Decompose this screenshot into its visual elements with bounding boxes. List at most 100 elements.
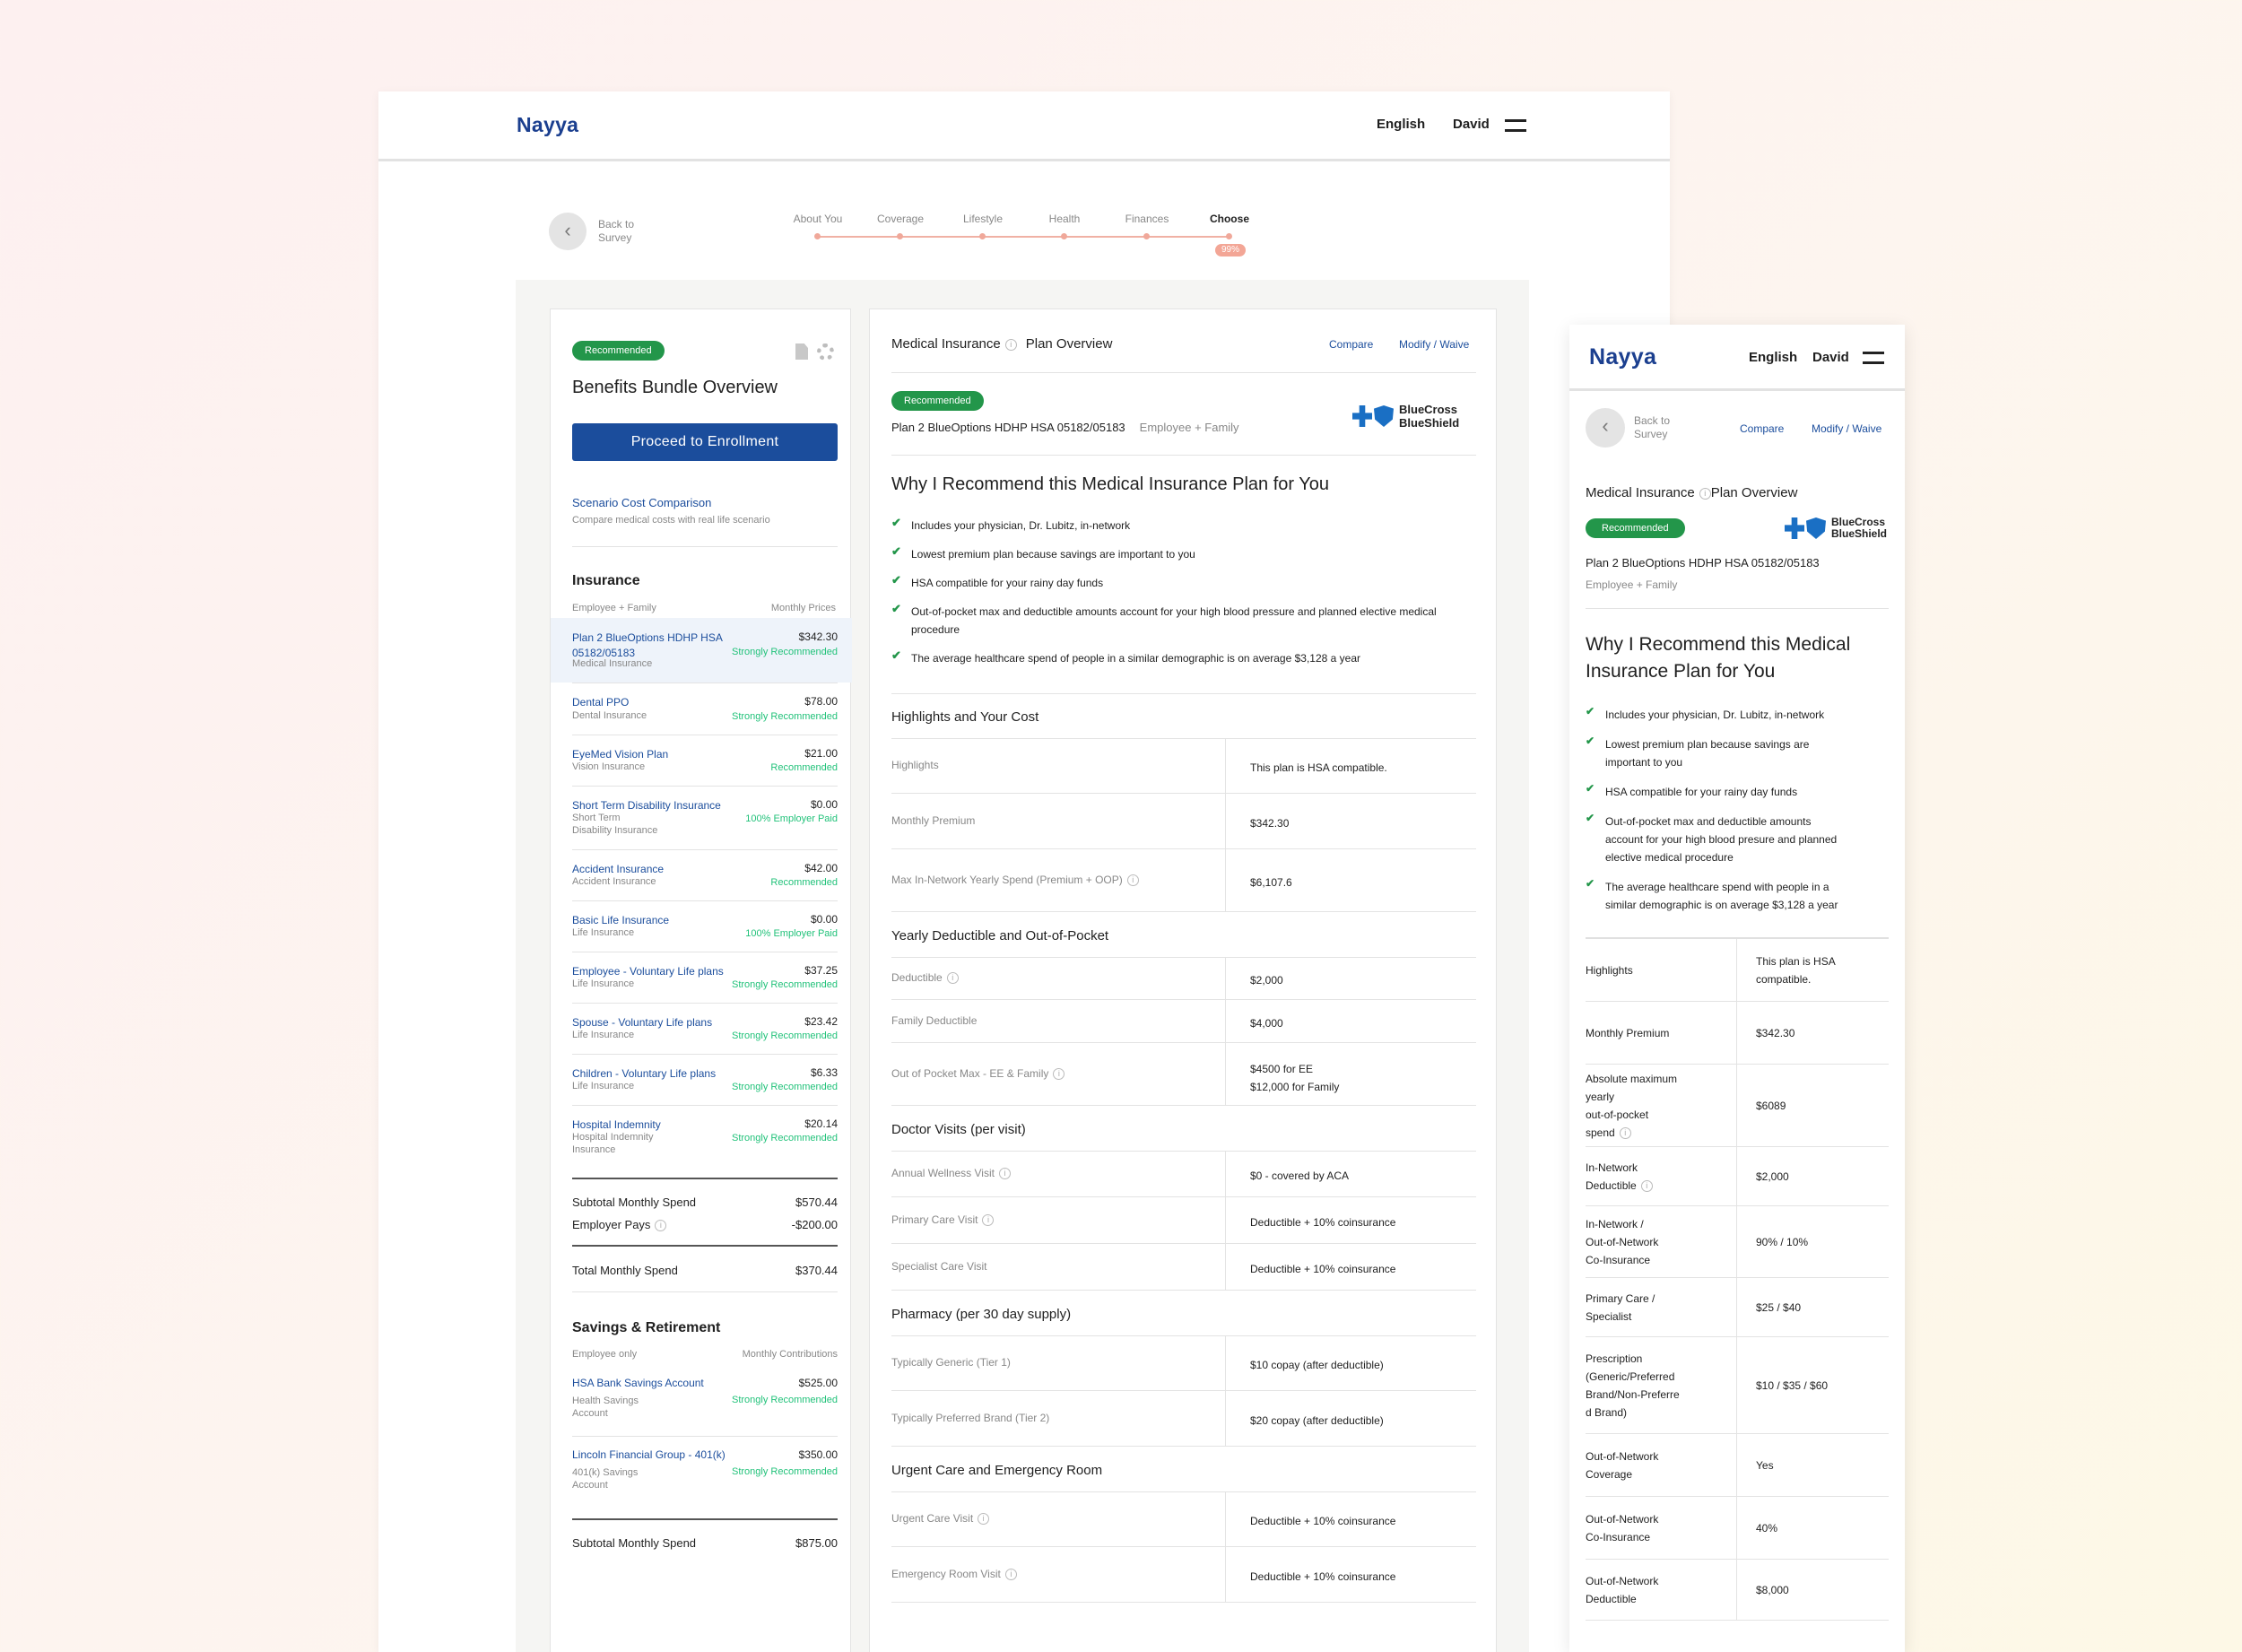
back-chevron-icon[interactable]: ‹	[1586, 408, 1625, 448]
back-chevron-icon[interactable]: ‹	[549, 213, 587, 250]
back-to-survey-link[interactable]: Back to Survey	[598, 218, 634, 245]
document-icon[interactable]	[795, 343, 808, 360]
insurance-item[interactable]: Spouse - Voluntary Life plans $23.42 Life …	[551, 1003, 852, 1054]
step-choose[interactable]: Choose	[1185, 213, 1274, 225]
reason-text-line: elective medical procedure	[1605, 851, 1734, 864]
step-health[interactable]: Health	[1020, 213, 1109, 225]
reason-text: The average healthcare spend with people…	[1605, 878, 1838, 914]
step-lifestyle[interactable]: Lifestyle	[938, 213, 1028, 225]
savings-item-name[interactable]: HSA Bank Savings Account	[572, 1377, 704, 1389]
detail-row: Out-of-Network Coverage Yes	[1586, 1434, 1889, 1497]
detail-value: $6089	[1756, 1097, 1786, 1115]
detail-label-text: Prescription	[1586, 1352, 1643, 1365]
detail-label-line: Out-of-Network	[1586, 1448, 1658, 1465]
compare-link[interactable]: Compare	[1329, 338, 1373, 351]
modify-waive-link[interactable]: Modify / Waive	[1399, 338, 1469, 351]
detail-label-line: Co-Insurance	[1586, 1528, 1658, 1546]
insurance-item[interactable]: Hospital Indemnity $20.14 Hospital Indemni…	[551, 1105, 852, 1169]
detail-value: $20 copay (after deductible)	[1250, 1412, 1384, 1430]
insurance-item-price: $0.00	[810, 913, 838, 926]
step-dot	[979, 233, 986, 239]
info-icon[interactable]: i	[1640, 1180, 1653, 1192]
insurance-item-name[interactable]: Plan 2 BlueOptions HDHP HSA 05182/05183	[572, 630, 734, 661]
detail-label-text: Out-of-Network	[1586, 1575, 1659, 1587]
recommendation-tag: Strongly Recommended	[731, 1395, 838, 1405]
info-icon[interactable]: i	[1004, 339, 1017, 351]
detail-label: Out-of-Network Deductible	[1586, 1572, 1658, 1608]
divider	[1586, 608, 1889, 609]
info-icon[interactable]: i	[1004, 1569, 1017, 1580]
detail-label-line: Prescription	[1586, 1350, 1680, 1368]
step-finances[interactable]: Finances	[1102, 213, 1192, 225]
savings-item-name[interactable]: Lincoln Financial Group - 401(k)	[572, 1448, 726, 1461]
insurance-item[interactable]: Short Term Disability Insurance $0.00 Shor…	[551, 786, 852, 849]
info-icon[interactable]: i	[1619, 1127, 1631, 1139]
insurance-item[interactable]: Children - Voluntary Life plans $6.33 Life…	[551, 1054, 852, 1105]
savings-item[interactable]: Lincoln Financial Group - 401(k) $350.00 4…	[551, 1436, 852, 1508]
step-about-you[interactable]: About You	[773, 213, 863, 225]
info-icon[interactable]: i	[1126, 874, 1139, 886]
savings-item[interactable]: HSA Bank Savings Account $525.00 Health Sa…	[551, 1364, 852, 1436]
subtotal-label: Subtotal Monthly Spend	[572, 1196, 697, 1209]
insurance-item-price: $0.00	[810, 798, 838, 811]
info-icon[interactable]: i	[1053, 1068, 1065, 1080]
info-icon[interactable]: i	[982, 1214, 995, 1226]
info-icon[interactable]: i	[655, 1220, 667, 1231]
language-selector[interactable]: English	[1749, 350, 1797, 365]
detail-value-line: $25 / $40	[1756, 1301, 1802, 1314]
detail-row: Emergency Room Visit i Deductible + 10% co…	[891, 1547, 1476, 1603]
compare-link[interactable]: Compare	[1740, 422, 1784, 435]
nayya-logo[interactable]: Nayya	[517, 113, 578, 137]
insurance-item[interactable]: EyeMed Vision Plan $21.00 Vision Insurance…	[551, 735, 852, 786]
info-icon[interactable]: i	[1699, 488, 1711, 500]
detail-label-line: Brand/Non-Preferre	[1586, 1386, 1680, 1404]
recommended-badge: Recommended	[1586, 518, 1685, 538]
detail-row: Prescription (Generic/Preferred Brand/Non-…	[1586, 1337, 1889, 1434]
column-divider	[1225, 1491, 1226, 1547]
back-to-survey-link[interactable]: Back to Survey	[1634, 414, 1670, 441]
plan-name: Plan 2 BlueOptions HDHP HSA 05182/05183 E…	[891, 421, 1239, 434]
detail-value: 40%	[1756, 1519, 1777, 1537]
detail-label-text: spend	[1586, 1126, 1615, 1139]
section-heading: Yearly Deductible and Out-of-Pocket	[891, 928, 1109, 943]
scenario-cost-comparison-link[interactable]: Scenario Cost Comparison	[572, 496, 711, 509]
insurance-item-type: Hospital Indemnity Insurance	[572, 1132, 654, 1155]
detail-label: Absolute maximum yearly out-of-pocket spend…	[1586, 1070, 1677, 1142]
savings-item-price: $350.00	[798, 1448, 838, 1461]
section-heading: Urgent Care and Emergency Room	[891, 1463, 1103, 1478]
language-selector[interactable]: English	[1377, 117, 1425, 132]
reason-text: HSA compatible for your rainy day funds	[1605, 783, 1797, 801]
insurance-item[interactable]: Accident Insurance $42.00 Accident Insuran…	[551, 849, 852, 900]
recommendation-tag: Recommended	[770, 877, 838, 888]
detail-label-text: Co-Insurance	[1586, 1254, 1651, 1266]
divider	[891, 372, 1476, 373]
insurance-item[interactable]: Dental PPO $78.00 Dental Insurance Strongly…	[551, 683, 852, 735]
detail-value-line: 90% / 10%	[1756, 1236, 1809, 1248]
hamburger-menu-icon[interactable]	[1505, 119, 1526, 132]
insurance-item[interactable]: Plan 2 BlueOptions HDHP HSA 05182/05183 $…	[551, 618, 852, 683]
insurance-item[interactable]: Employee - Voluntary Life plans $37.25 Lif…	[551, 952, 852, 1003]
detail-value: Deductible + 10% coinsurance	[1250, 1568, 1395, 1586]
insurance-item[interactable]: Basic Life Insurance $0.00 Life Insurance 1…	[551, 900, 852, 952]
proceed-to-enrollment-button[interactable]: Proceed to Enrollment	[572, 423, 838, 461]
modify-waive-link[interactable]: Modify / Waive	[1812, 422, 1881, 435]
detail-row: In-Network Deductible i $2,000	[1586, 1147, 1889, 1206]
content-stage: Recommended Benefits Bundle Overview Pro…	[516, 280, 1529, 1652]
info-icon[interactable]: i	[978, 1513, 990, 1525]
detail-row: Typically Preferred Brand (Tier 2) $20 co…	[891, 1391, 1476, 1447]
insurance-item-name[interactable]: Dental PPO	[572, 695, 734, 710]
info-icon[interactable]: i	[946, 972, 959, 984]
detail-label-text: Brand/Non-Preferre	[1586, 1388, 1680, 1401]
user-name[interactable]: David	[1453, 117, 1490, 132]
info-icon[interactable]: i	[998, 1168, 1011, 1179]
nayya-logo[interactable]: Nayya	[1589, 344, 1656, 370]
step-coverage[interactable]: Coverage	[856, 213, 945, 225]
check-icon: ✔	[891, 516, 901, 529]
gear-icon[interactable]	[817, 343, 834, 361]
mobile-window: Nayya English David ‹ Back to Survey Comp…	[1569, 325, 1905, 1652]
hamburger-menu-icon[interactable]	[1863, 352, 1884, 364]
detail-label-text: Out-of-Network	[1586, 1236, 1659, 1248]
user-name[interactable]: David	[1812, 350, 1849, 365]
detail-value: $2,000	[1250, 971, 1283, 989]
divider	[572, 1436, 838, 1437]
